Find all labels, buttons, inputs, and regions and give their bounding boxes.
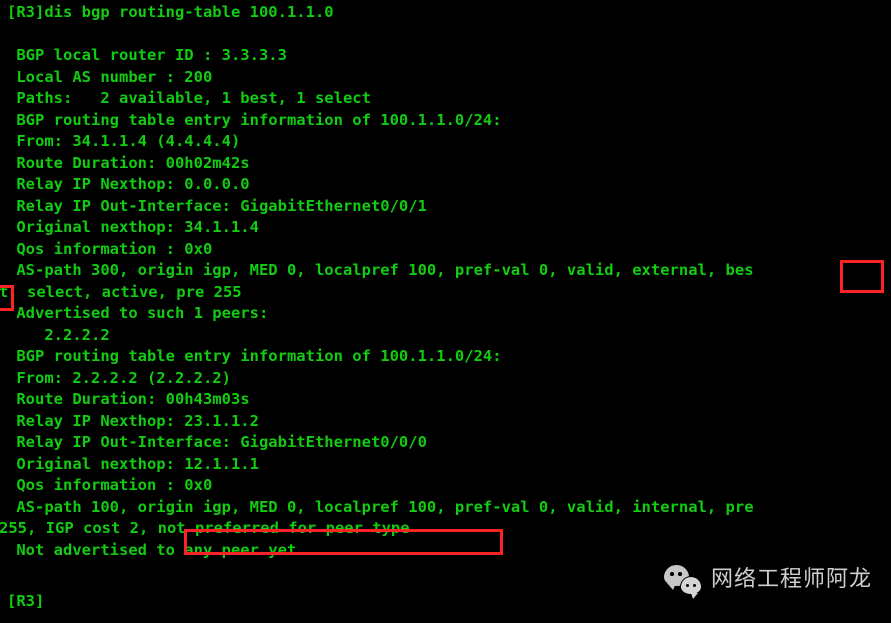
terminal-line-prompt-bottom: [R3] — [7, 592, 45, 610]
terminal-line-original-nexthop-2: Original nexthop: 12.1.1.1 — [7, 454, 259, 473]
terminal-line-paths: Paths: 2 available, 1 best, 1 select — [7, 89, 371, 107]
terminal-window[interactable]: [R3]dis bgp routing-table 100.1.1.0 BGP … — [0, 0, 891, 623]
terminal-line-as-path-2-cont: 255, IGP cost 2, not preferred for peer … — [0, 519, 410, 537]
terminal-line-as-path-1-cont: t, select, active, pre 255 — [0, 282, 242, 301]
terminal-line-qos-1: Qos information : 0x0 — [7, 239, 213, 258]
terminal-line-entry-info-2: BGP routing table entry information of 1… — [7, 347, 502, 365]
terminal-line-route-duration-1: Route Duration: 00h02m42s — [7, 153, 250, 172]
terminal-line-local-as-number: Local AS number : 200 — [7, 67, 213, 86]
annotation-box-best-right — [840, 260, 884, 293]
terminal-line-entry-info-1: BGP routing table entry information of 1… — [7, 110, 502, 129]
terminal-line-route-duration-2: Route Duration: 00h43m03s — [7, 390, 250, 408]
watermark-text: 网络工程师阿龙 — [711, 567, 873, 593]
terminal-line-bgp-local-router-id: BGP local router ID : 3.3.3.3 — [7, 46, 287, 64]
terminal-line-as-path-2: AS-path 100, origin igp, MED 0, localpre… — [7, 497, 754, 516]
terminal-line-qos-2: Qos information : 0x0 — [7, 476, 213, 494]
terminal-line-from-2: From: 2.2.2.2 (2.2.2.2) — [7, 368, 231, 387]
terminal-line-relay-out-interface-1: Relay IP Out-Interface: GigabitEthernet0… — [7, 196, 427, 215]
terminal-line-command: [R3]dis bgp routing-table 100.1.1.0 — [7, 3, 334, 21]
terminal-line-original-nexthop-1: Original nexthop: 34.1.1.4 — [7, 218, 259, 236]
terminal-line-relay-nexthop-1: Relay IP Nexthop: 0.0.0.0 — [7, 175, 250, 193]
terminal-line-relay-out-interface-2: Relay IP Out-Interface: GigabitEthernet0… — [7, 433, 427, 451]
terminal-line-not-advertised: Not advertised to any peer yet — [7, 540, 297, 559]
wechat-icon — [664, 565, 702, 599]
terminal-line-relay-nexthop-2: Relay IP Nexthop: 23.1.1.2 — [7, 411, 259, 430]
watermark: 网络工程师阿龙 — [664, 565, 873, 599]
terminal-line-advertised-1: Advertised to such 1 peers: — [7, 304, 269, 322]
terminal-line-peer-address: 2.2.2.2 — [7, 325, 110, 344]
terminal-line-as-path-1: AS-path 300, origin igp, MED 0, localpre… — [7, 261, 754, 279]
terminal-line-from-1: From: 34.1.1.4 (4.4.4.4) — [7, 132, 241, 150]
